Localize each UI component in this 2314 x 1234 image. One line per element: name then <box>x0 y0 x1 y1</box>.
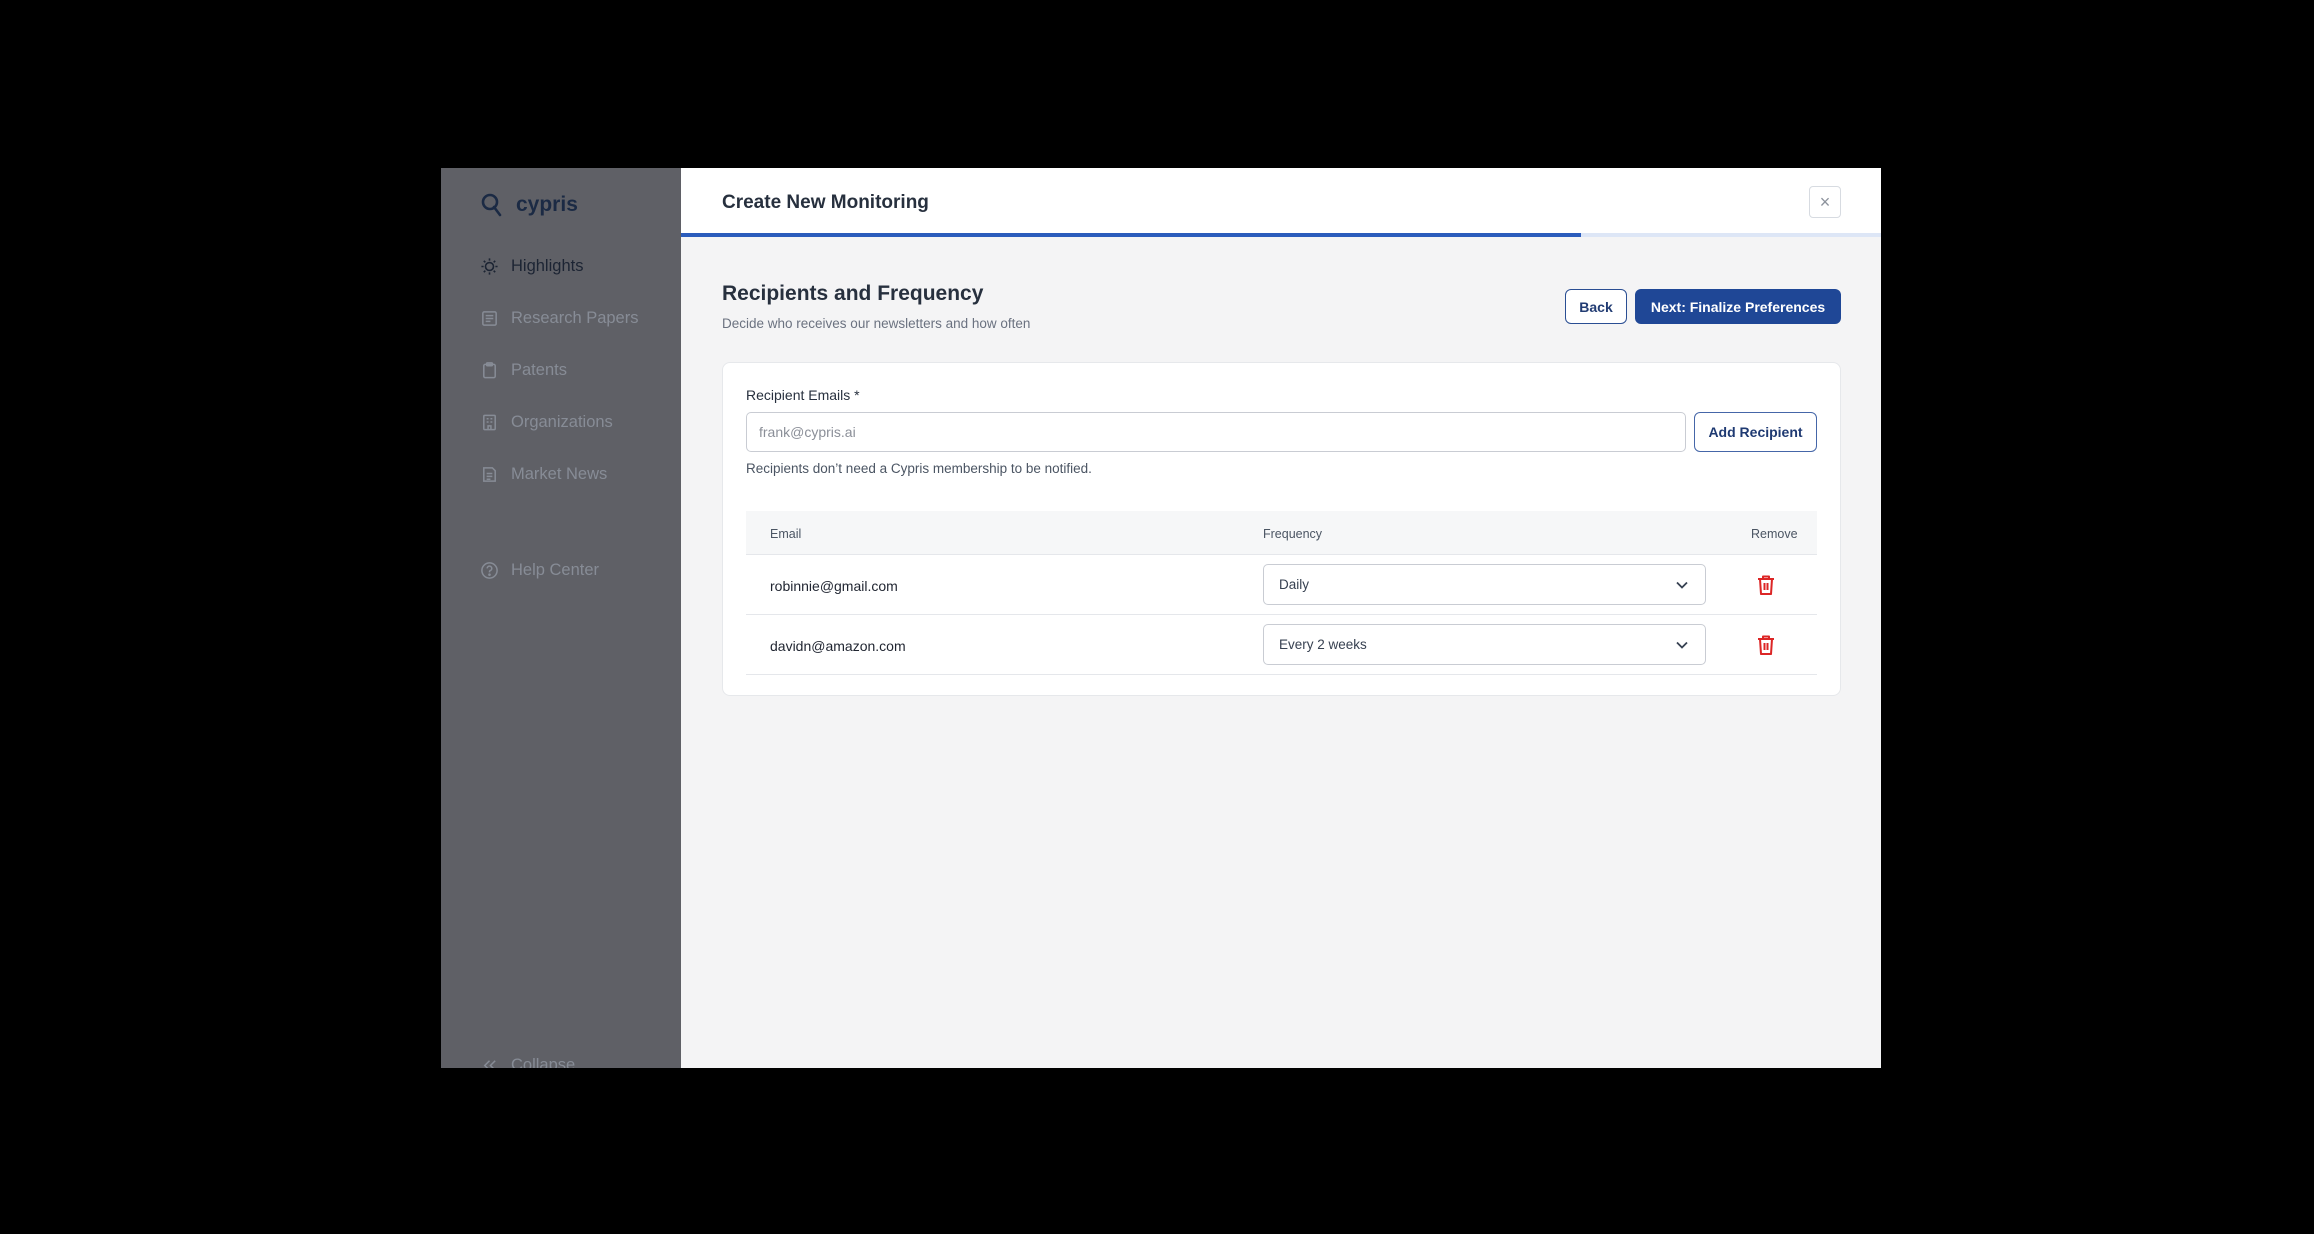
table-header: Email Frequency Remove <box>746 511 1817 555</box>
sidebar-item-label: Research Papers <box>511 309 639 327</box>
brand-name: cypris <box>516 193 578 216</box>
trash-icon[interactable] <box>1756 634 1776 656</box>
sidebar-item-market-news[interactable]: Market News <box>480 465 607 484</box>
document-icon <box>482 311 497 326</box>
recipient-emails-label: Recipient Emails * <box>746 387 860 403</box>
recipient-helper-text: Recipients don’t need a Cypris membershi… <box>746 461 1092 476</box>
modal-title: Create New Monitoring <box>722 192 929 213</box>
sidebar-item-label: Organizations <box>511 413 613 431</box>
sidebar-item-label: Collapse <box>511 1056 576 1068</box>
frequency-value: Daily <box>1279 577 1310 592</box>
cypris-logo-icon <box>481 193 502 217</box>
next-button[interactable]: Next: Finalize Preferences <box>1635 289 1841 324</box>
sidebar-item-highlights[interactable]: Highlights <box>480 257 583 276</box>
chevron-down-icon <box>1676 641 1688 649</box>
step-title: Recipients and Frequency <box>722 282 984 305</box>
double-chevron-left-icon <box>483 1060 496 1068</box>
chevron-down-icon <box>1676 581 1688 589</box>
sidebar-item-research-papers[interactable]: Research Papers <box>480 309 638 328</box>
table-row: robinnie@gmail.com Daily <box>746 555 1817 615</box>
app-window: cypris Highlights Research Papers Patent… <box>441 168 1881 1068</box>
recipient-email: robinnie@gmail.com <box>770 578 898 594</box>
progress-bar <box>681 233 1881 237</box>
modal-header: Create New Monitoring × <box>681 168 1881 237</box>
sidebar-item-label: Help Center <box>511 561 600 579</box>
sidebar-item-label: Patents <box>511 361 567 379</box>
column-header-remove: Remove <box>1751 527 1798 541</box>
column-header-email: Email <box>770 527 802 541</box>
progress-bar-fill <box>681 233 1581 237</box>
close-icon: × <box>1819 191 1831 212</box>
recipients-card: Recipient Emails * Add Recipient Recipie… <box>722 362 1841 696</box>
trash-icon[interactable] <box>1756 574 1776 596</box>
frequency-select[interactable]: Every 2 weeks <box>1263 624 1706 665</box>
close-button[interactable]: × <box>1809 186 1841 218</box>
clipboard-icon <box>483 362 496 379</box>
sidebar-item-help-center[interactable]: Help Center <box>480 561 599 580</box>
sidebar-collapse[interactable]: Collapse <box>480 1056 575 1068</box>
sidebar-item-label: Highlights <box>511 257 584 275</box>
sidebar-item-label: Market News <box>511 465 608 483</box>
sidebar-item-organizations[interactable]: Organizations <box>480 413 613 432</box>
recipients-table: Email Frequency Remove robinnie@gmail.co… <box>746 511 1817 675</box>
frequency-value: Every 2 weeks <box>1279 637 1367 652</box>
building-icon <box>483 414 496 431</box>
step-subtitle: Decide who receives our newsletters and … <box>722 316 1031 331</box>
table-row: davidn@amazon.com Every 2 weeks <box>746 615 1817 675</box>
brand-logo[interactable]: cypris <box>480 192 578 218</box>
news-icon <box>483 467 496 482</box>
create-monitoring-modal: Create New Monitoring × Recipients and F… <box>681 168 1881 1068</box>
add-recipient-button[interactable]: Add Recipient <box>1694 412 1817 452</box>
recipient-email: davidn@amazon.com <box>770 638 906 654</box>
sidebar: cypris Highlights Research Papers Patent… <box>441 168 681 1068</box>
back-button[interactable]: Back <box>1565 289 1627 324</box>
sidebar-item-patents[interactable]: Patents <box>480 361 567 380</box>
recipient-email-input[interactable] <box>746 412 1686 452</box>
column-header-frequency: Frequency <box>1263 527 1323 541</box>
question-circle-icon <box>481 562 498 579</box>
frequency-select[interactable]: Daily <box>1263 564 1706 605</box>
lightbulb-icon <box>481 258 498 275</box>
